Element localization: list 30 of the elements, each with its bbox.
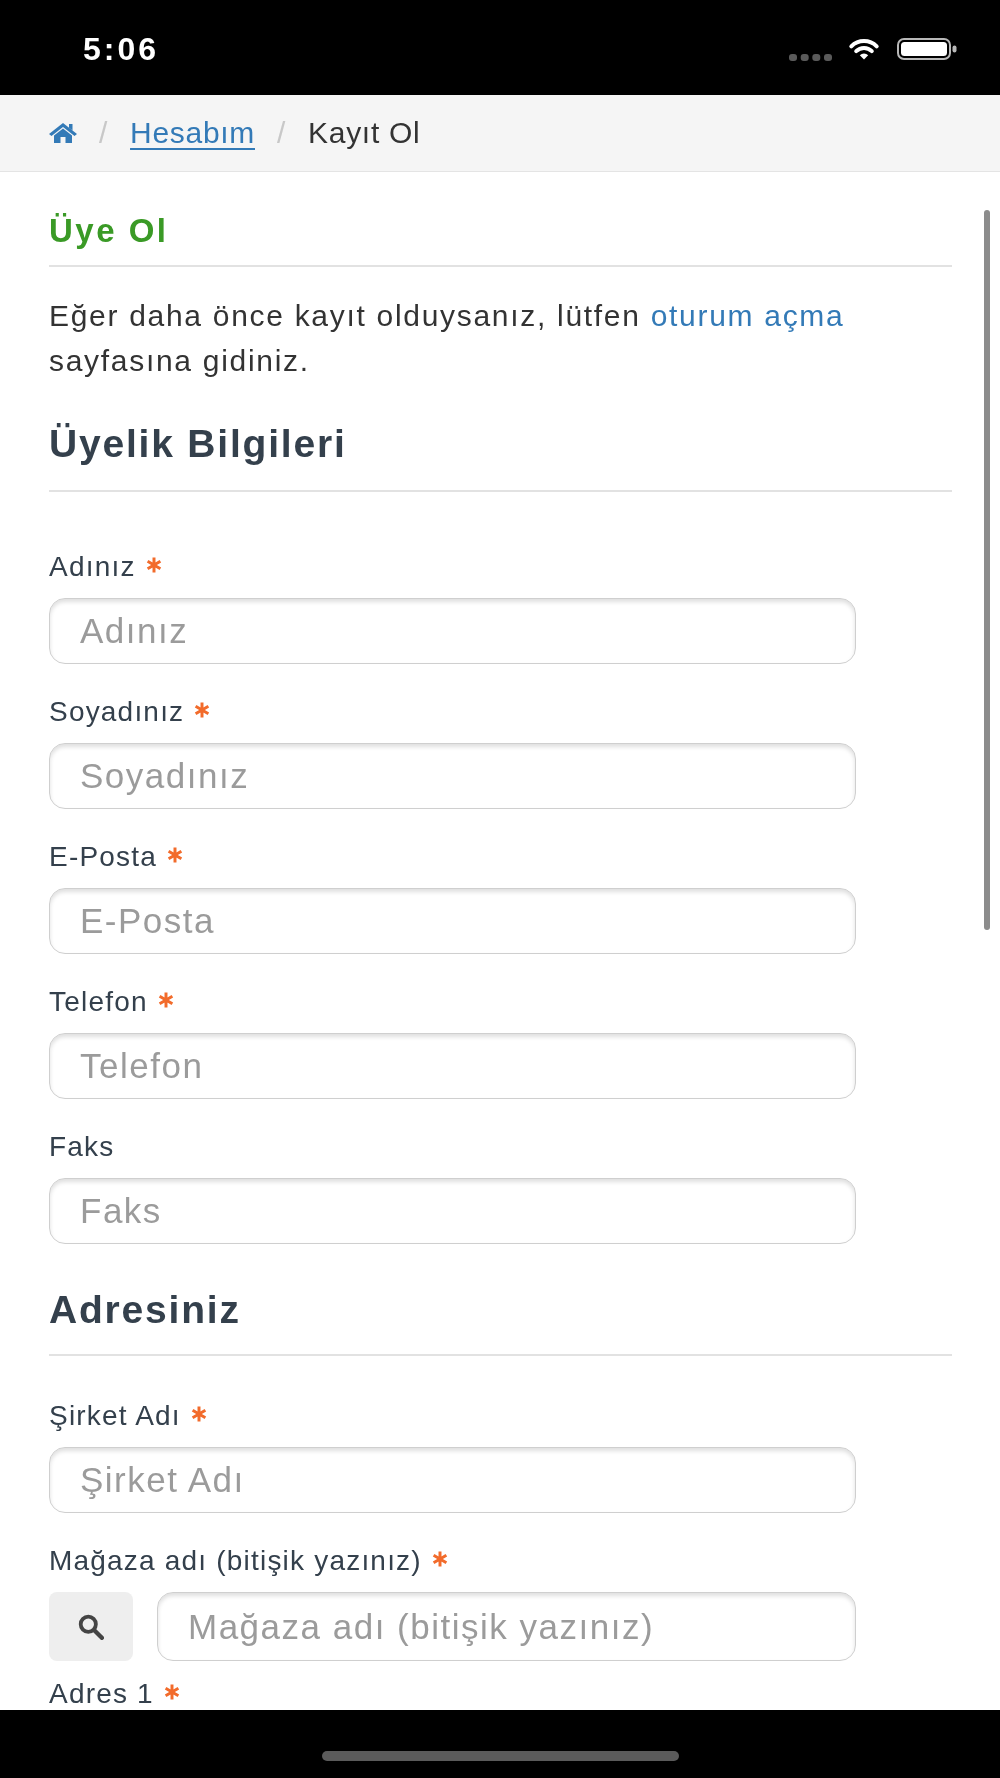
signal-icon [789,53,832,61]
wifi-icon [847,37,881,61]
input-field[interactable]: Şirket Adı [49,1447,856,1513]
page-title: Üye Ol [49,212,170,250]
field-label: Mağaza adı (bitişik yazınız) [49,1544,422,1578]
breadcrumb-separator: / [98,115,110,151]
section-heading: Adresiniz [49,1287,242,1333]
field-label: E-Posta [49,840,157,874]
search-icon [78,1613,104,1640]
login-link[interactable]: oturum açma [650,299,845,332]
input-field[interactable]: Soyadınız [49,743,856,809]
field-label: Soyadınız [49,695,185,729]
field-label: Adres 1 [49,1677,154,1710]
input-field[interactable]: Mağaza adı (bitişik yazınız) [157,1592,856,1661]
input-field[interactable]: Faks [49,1178,856,1244]
breadcrumb-separator: / [276,115,288,151]
breadcrumb-current: Kayıt Ol [308,115,421,151]
intro-text: Eğer daha önce kayıt olduysanız, lütfen oturum açma sayfasına gidiniz. [49,298,846,379]
breadcrumb-link[interactable]: Hesabım [130,115,255,151]
field-label: Adınız [49,550,136,584]
input-field[interactable]: E-Posta [49,888,856,954]
status-time: 5:06 [83,30,160,68]
field-label: Şirket Adı [49,1399,181,1433]
section-heading: Üyelik Bilgileri [49,421,348,467]
battery-icon [897,38,957,60]
home-icon[interactable] [49,123,77,143]
field-label: Telefon [49,985,148,1019]
input-field[interactable]: Adınız [49,598,856,664]
input-field[interactable]: Telefon [49,1033,856,1099]
field-label: Faks [49,1130,115,1164]
